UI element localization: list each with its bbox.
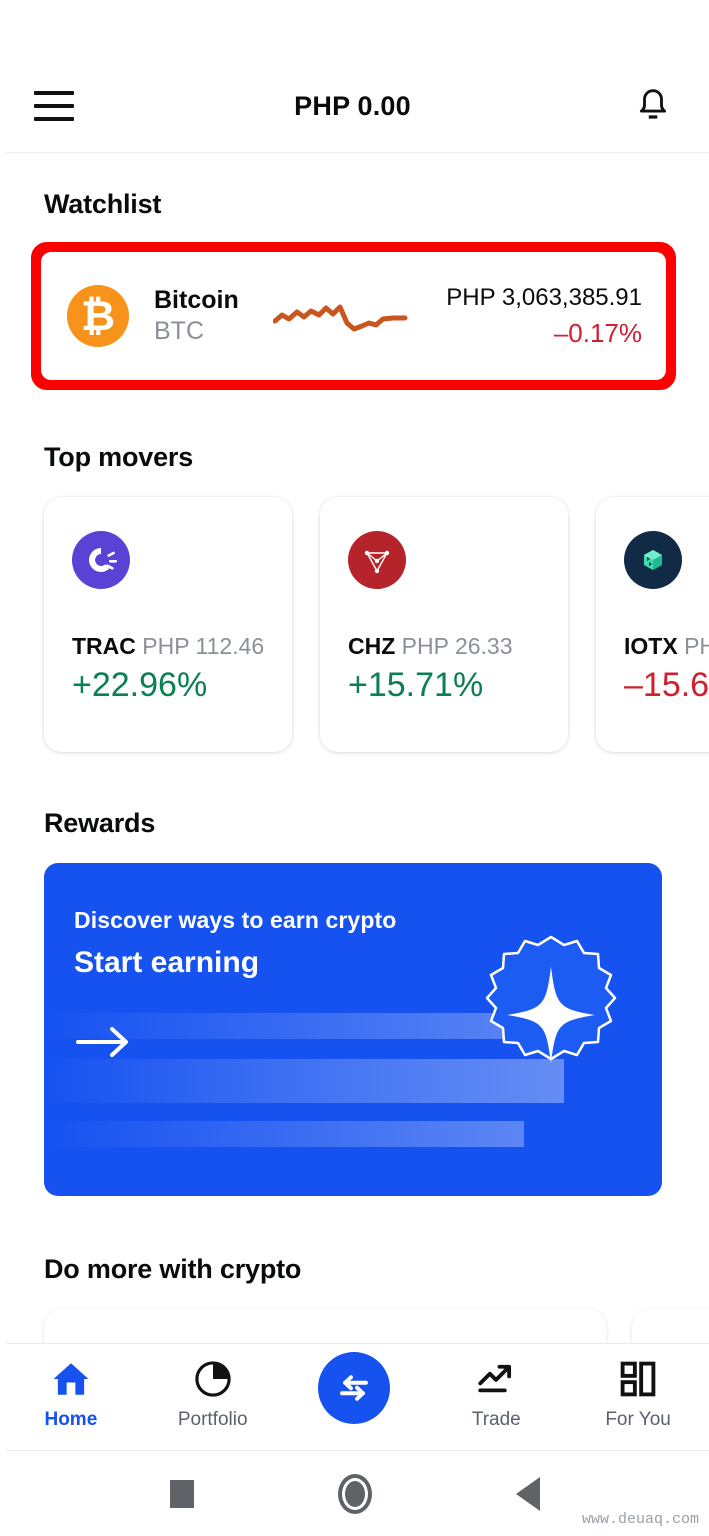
coin-name: Bitcoin — [154, 286, 239, 314]
hamburger-menu-icon[interactable] — [34, 91, 74, 121]
watchlist-section: Watchlist ₿ Bitcoin BTC PHP 3,063,385.91… — [0, 189, 709, 390]
arrow-right-icon[interactable] — [76, 1025, 132, 1064]
rewards-section: Rewards Discover ways to earn crypto Sta… — [0, 808, 709, 1196]
banner-subtitle: Discover ways to earn crypto — [74, 907, 397, 933]
mover-change: –15.6 — [624, 666, 709, 704]
watchlist-heading: Watchlist — [44, 189, 162, 219]
mover-meta: TRAC PHP 112.46 — [72, 633, 270, 660]
mover-card-iotx[interactable]: IOTX PH –15.6 — [596, 497, 709, 752]
origintrail-icon — [72, 531, 130, 589]
nav-item-portfolio[interactable]: Portfolio — [153, 1358, 273, 1431]
home-icon — [53, 1363, 89, 1395]
mover-meta: CHZ PHP 26.33 — [348, 633, 546, 660]
screen-left-edge — [0, 0, 6, 1536]
bitcoin-icon: ₿ — [67, 285, 129, 347]
top-movers-heading: Top movers — [44, 442, 194, 472]
watchlist-item-labels: Bitcoin BTC — [154, 286, 239, 346]
bottom-navigation: Home Portfolio Trade For You — [0, 1343, 709, 1450]
triangle-back-icon[interactable] — [515, 1476, 540, 1511]
page-title: PHP 0.00 — [294, 90, 411, 121]
coin-price: PHP 3,063,385.91 — [446, 283, 642, 311]
mover-change: +15.71% — [348, 666, 484, 704]
watermark: www.deuaq.com — [581, 1511, 699, 1528]
mover-card-chz[interactable]: CHZ PHP 26.33 +15.71% — [320, 497, 568, 752]
watchlist-item-values: PHP 3,063,385.91 –0.17% — [446, 284, 642, 349]
mover-price: PHP 112.46 — [142, 633, 265, 659]
mover-symbol: IOTX — [624, 633, 678, 659]
nav-label: Trade — [471, 1409, 521, 1430]
sparkline-chart — [239, 293, 447, 339]
status-bar — [0, 0, 709, 60]
nav-label: Home — [44, 1409, 98, 1430]
grid-blocks-icon — [620, 1361, 656, 1397]
nav-item-trade[interactable]: Trade — [436, 1358, 556, 1431]
square-recents-icon[interactable] — [169, 1479, 194, 1508]
mover-card-trac[interactable]: TRAC PHP 112.46 +22.96% — [44, 497, 292, 752]
pie-chart-icon — [195, 1361, 231, 1397]
mover-symbol: CHZ — [348, 633, 396, 659]
trend-up-icon — [478, 1364, 512, 1393]
chiliz-icon — [348, 531, 406, 589]
circle-home-icon[interactable] — [337, 1473, 372, 1514]
banner-streak — [44, 1121, 524, 1147]
mover-price: PH — [684, 633, 709, 659]
top-movers-section: Top movers TRAC PHP 112.46 +22.96% CHZ P… — [0, 442, 709, 752]
nav-item-swap[interactable] — [294, 1352, 414, 1433]
do-more-heading: Do more with crypto — [44, 1254, 302, 1284]
rewards-heading: Rewards — [44, 808, 156, 838]
nav-label: For You — [605, 1409, 671, 1430]
nav-label: Portfolio — [177, 1409, 248, 1430]
rewards-banner[interactable]: Discover ways to earn crypto Start earni… — [44, 863, 662, 1196]
top-movers-carousel[interactable]: TRAC PHP 112.46 +22.96% CHZ PHP 26.33 +1… — [0, 497, 709, 752]
swap-arrows-icon[interactable] — [318, 1352, 391, 1424]
phone-screen: PHP 0.00 Watchlist ₿ Bitcoin BTC PHP 3,0… — [0, 0, 709, 1536]
app-bar: PHP 0.00 — [0, 60, 709, 153]
mover-change: +22.96% — [72, 666, 208, 704]
nav-item-for-you[interactable]: For You — [578, 1358, 698, 1431]
iotex-icon — [624, 531, 682, 589]
coin-symbol: BTC — [154, 317, 204, 345]
watchlist-highlight-box: ₿ Bitcoin BTC PHP 3,063,385.91 –0.17% — [31, 242, 676, 390]
mover-price: PHP 26.33 — [401, 633, 513, 659]
bell-icon[interactable] — [631, 84, 675, 128]
nav-item-home[interactable]: Home — [11, 1358, 131, 1431]
coin-change: –0.17% — [553, 317, 642, 348]
mover-meta: IOTX PH — [624, 633, 709, 660]
watchlist-item-bitcoin[interactable]: ₿ Bitcoin BTC PHP 3,063,385.91 –0.17% — [41, 252, 666, 380]
scroll-content[interactable]: Watchlist ₿ Bitcoin BTC PHP 3,063,385.91… — [0, 153, 709, 1536]
bitcoin-glyph: ₿ — [80, 291, 116, 340]
mover-symbol: TRAC — [72, 633, 136, 659]
sparkle-badge-icon — [475, 931, 627, 1124]
